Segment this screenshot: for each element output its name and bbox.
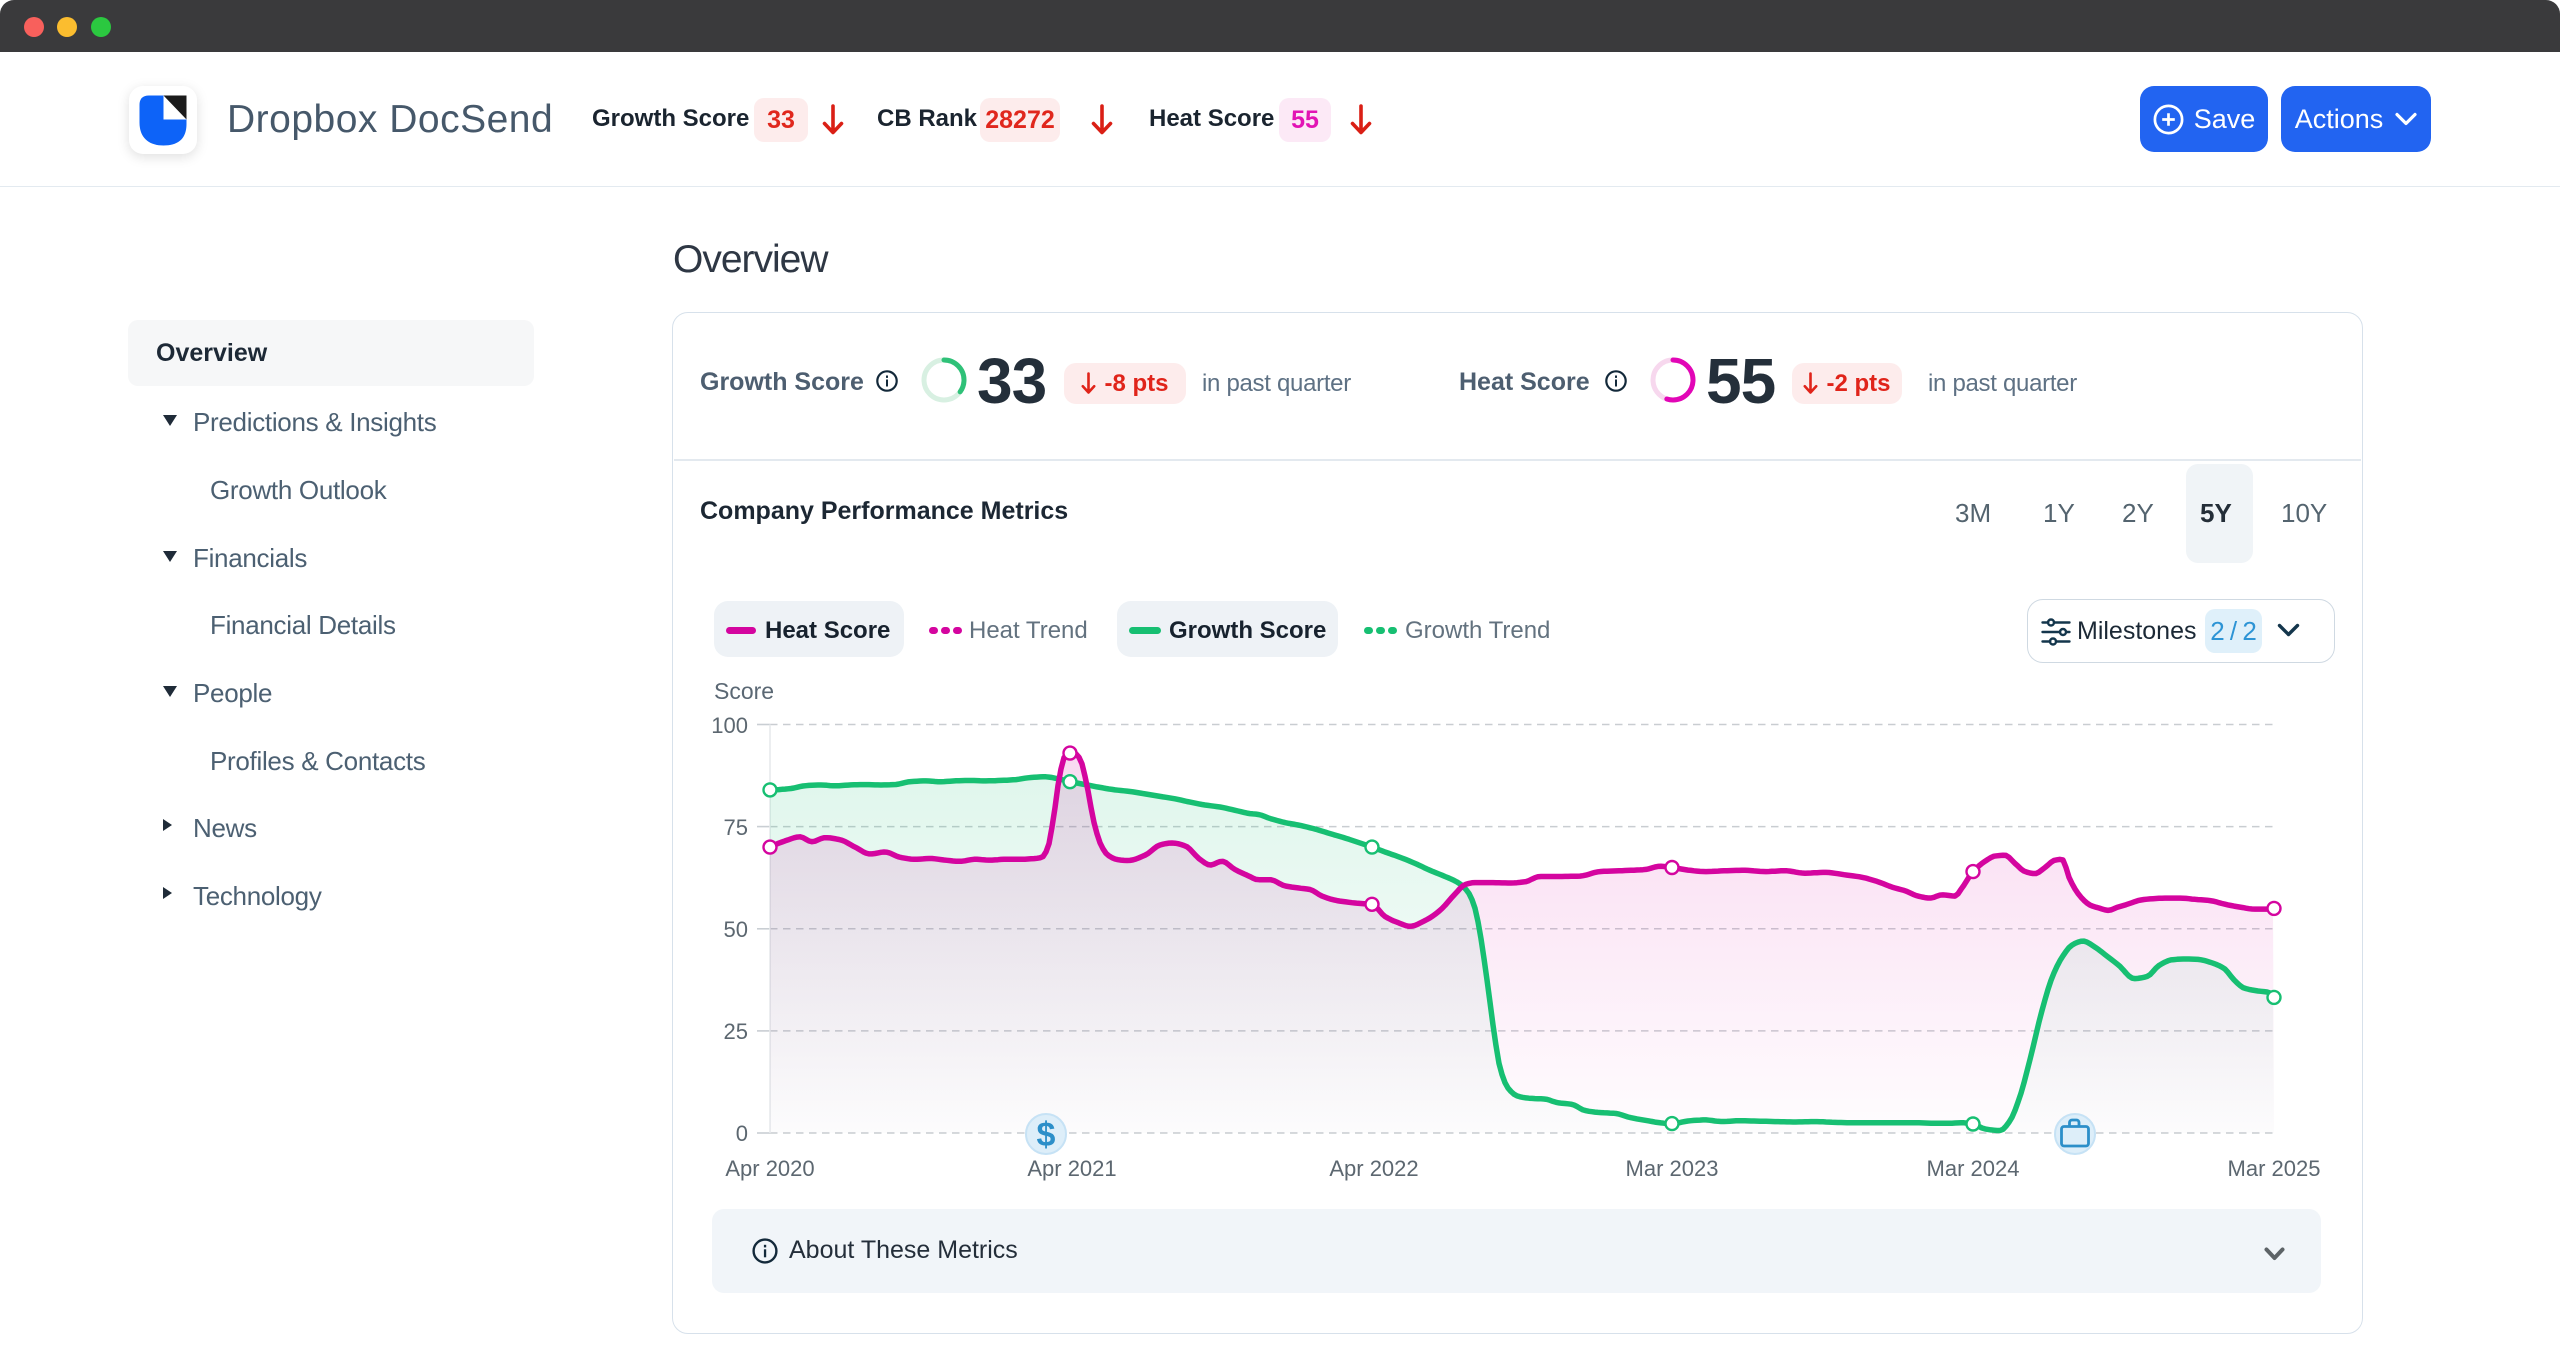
svg-text:50: 50 <box>724 917 748 942</box>
svg-text:Apr 2020: Apr 2020 <box>725 1156 814 1181</box>
svg-text:Mar 2024: Mar 2024 <box>1927 1156 2020 1181</box>
svg-text:Apr 2022: Apr 2022 <box>1329 1156 1418 1181</box>
svg-text:75: 75 <box>724 815 748 840</box>
svg-text:Mar 2025: Mar 2025 <box>2228 1156 2321 1181</box>
svg-text:Apr 2021: Apr 2021 <box>1027 1156 1116 1181</box>
svg-text:0: 0 <box>736 1121 748 1146</box>
svg-text:100: 100 <box>711 713 748 738</box>
svg-text:Mar 2023: Mar 2023 <box>1626 1156 1719 1181</box>
svg-text:25: 25 <box>724 1019 748 1044</box>
svg-text:$: $ <box>1037 1116 1056 1154</box>
